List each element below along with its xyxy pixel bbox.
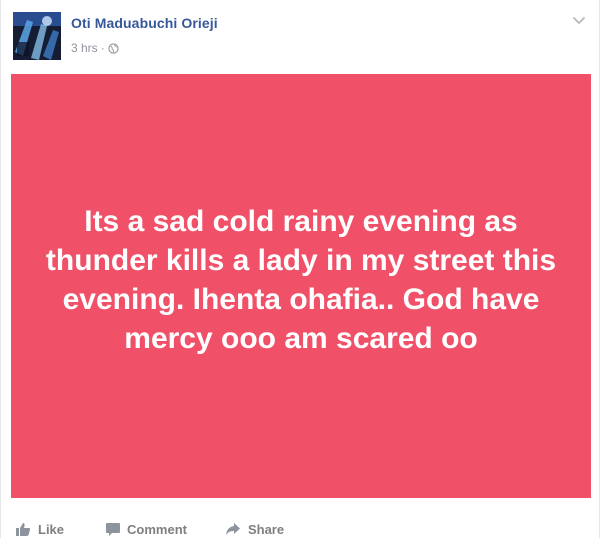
globe-icon[interactable] <box>108 42 119 54</box>
meta-separator: · <box>100 41 105 55</box>
share-button[interactable]: Share <box>225 522 284 537</box>
comment-button[interactable]: Comment <box>106 522 187 537</box>
post-meta: 3 hrs · <box>71 41 119 55</box>
author-name[interactable]: Oti Maduabuchi Orieji <box>71 15 218 31</box>
like-button[interactable]: Like <box>15 522 64 537</box>
post-header: Oti Maduabuchi Orieji 3 hrs · <box>1 0 600 74</box>
avatar-image <box>13 12 61 60</box>
like-label: Like <box>38 521 65 537</box>
post-timestamp[interactable]: 3 hrs <box>71 41 98 55</box>
post-action-bar: Like Comment Share <box>11 514 591 538</box>
comment-icon <box>106 523 121 536</box>
share-icon <box>225 523 240 535</box>
share-label: Share <box>247 521 285 537</box>
facebook-post: Oti Maduabuchi Orieji 3 hrs · Its a sad … <box>0 0 600 538</box>
avatar[interactable] <box>13 12 61 60</box>
status-background-card: Its a sad cold rainy evening as thunder … <box>11 74 591 498</box>
thumbs-up-icon <box>16 523 31 536</box>
comment-label: Comment <box>127 521 187 537</box>
chevron-down-icon[interactable] <box>571 12 587 28</box>
status-text: Its a sad cold rainy evening as thunder … <box>45 205 557 355</box>
